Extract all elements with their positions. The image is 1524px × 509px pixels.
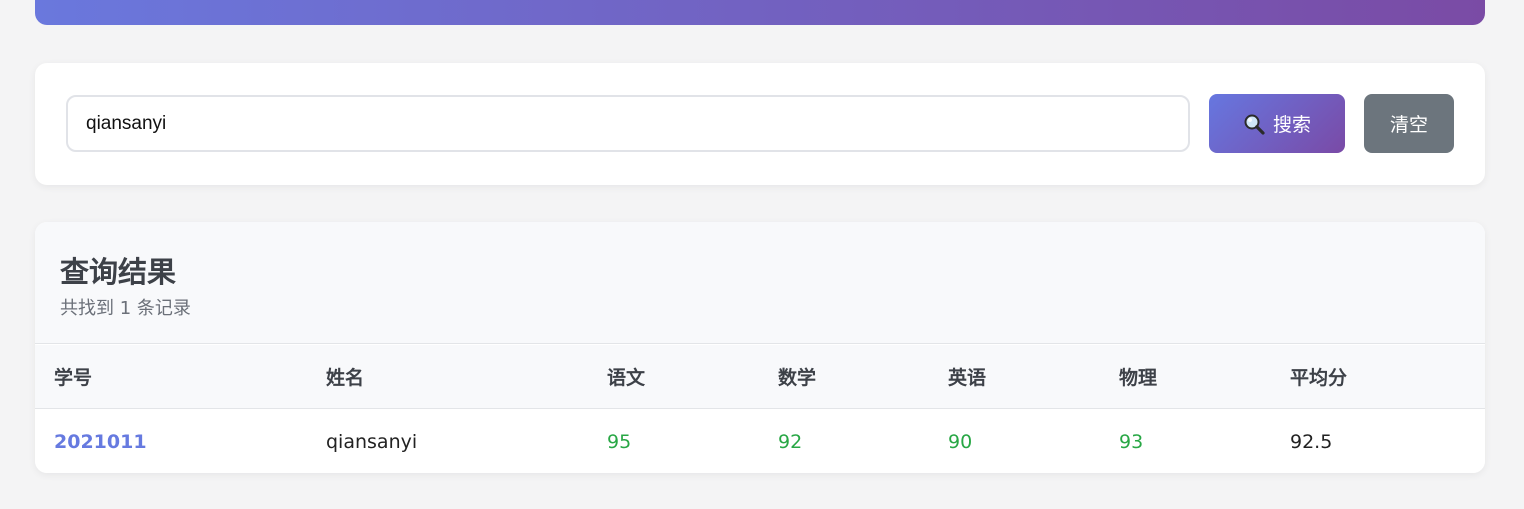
results-panel: 查询结果 共找到 1 条记录 学号 姓名 语文 数学 英语 物理 平均分 202… bbox=[35, 222, 1485, 473]
results-count: 共找到 1 条记录 bbox=[60, 298, 191, 319]
column-header-average[interactable]: 平均分 bbox=[1290, 345, 1347, 408]
search-button[interactable]: 搜索 bbox=[1209, 94, 1345, 153]
column-header-chinese[interactable]: 语文 bbox=[607, 345, 645, 408]
column-header-english[interactable]: 英语 bbox=[948, 345, 986, 408]
clear-button-label: 清空 bbox=[1389, 114, 1428, 136]
column-header-physics[interactable]: 物理 bbox=[1119, 345, 1157, 408]
search-button-label: 搜索 bbox=[1272, 114, 1311, 136]
column-header-math[interactable]: 数学 bbox=[778, 345, 816, 408]
cell-student-id[interactable]: 2021011 bbox=[54, 410, 147, 473]
cell-average: 92.5 bbox=[1290, 430, 1333, 453]
cell-physics: 93 bbox=[1119, 430, 1144, 453]
table-row[interactable]: 2021011 qiansanyi 95 92 90 93 92.5 bbox=[35, 410, 1485, 473]
table-header: 学号 姓名 语文 数学 英语 物理 平均分 bbox=[35, 345, 1485, 409]
column-header-id[interactable]: 学号 bbox=[54, 345, 92, 408]
results-header: 查询结果 共找到 1 条记录 bbox=[35, 222, 1485, 344]
clear-button[interactable]: 清空 bbox=[1364, 94, 1454, 153]
cell-math: 92 bbox=[778, 430, 803, 453]
search-input[interactable] bbox=[66, 95, 1190, 152]
cell-chinese: 95 bbox=[607, 430, 632, 453]
column-header-name[interactable]: 姓名 bbox=[326, 345, 364, 408]
results-title: 查询结果 bbox=[60, 255, 177, 289]
header-banner bbox=[35, 0, 1485, 25]
cell-english: 90 bbox=[948, 430, 973, 453]
search-panel: 搜索 清空 bbox=[35, 63, 1485, 185]
cell-name: qiansanyi bbox=[326, 430, 418, 453]
magnifier-icon bbox=[1243, 113, 1265, 135]
